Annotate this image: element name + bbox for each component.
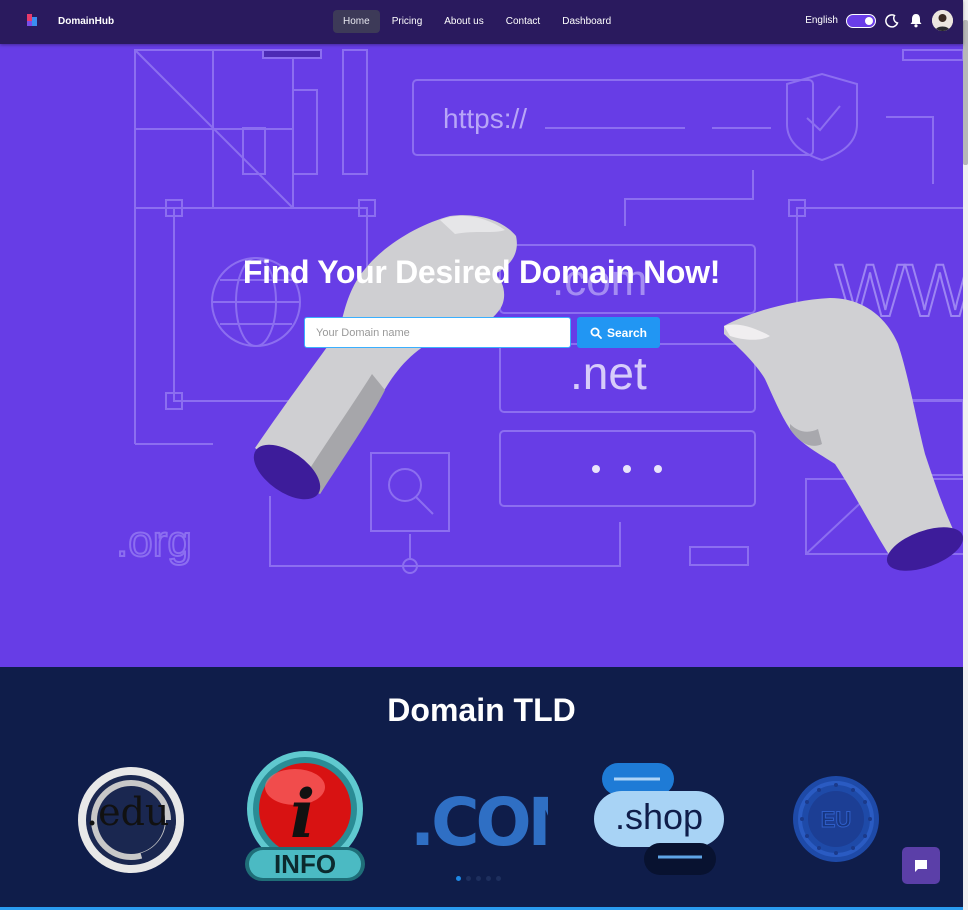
url-text: https:// [443, 103, 527, 134]
tld-info-logo[interactable]: i INFO [243, 751, 367, 883]
domain-tld-section: Domain TLD .edu i INFO .COM [0, 667, 963, 910]
svg-text:.edu: .edu [86, 790, 169, 834]
carousel-dot[interactable] [486, 876, 491, 881]
nav-home[interactable]: Home [333, 10, 380, 33]
svg-text:.COM: .COM [410, 785, 548, 857]
svg-text:EU: EU [821, 807, 852, 832]
right-hand-illustration [724, 298, 963, 571]
dark-mode-moon-icon[interactable] [884, 13, 900, 29]
net-text: .net [570, 347, 647, 399]
carousel-dot[interactable] [466, 876, 471, 881]
domain-search-input[interactable] [304, 317, 571, 348]
tld-com-logo[interactable]: .COM [410, 785, 548, 857]
hero-background-illustration: https:// .com .net WW .org [115, 49, 963, 574]
hero-section: https:// .com .net WW .org Find Your Des… [0, 44, 963, 667]
tld-section-title: Domain TLD [387, 692, 576, 728]
domain-search-form: Search [304, 317, 660, 348]
chat-button[interactable] [902, 847, 940, 884]
scrollbar-thumb[interactable] [963, 20, 968, 165]
svg-text:.shop: .shop [615, 796, 703, 837]
nav-about[interactable]: About us [434, 10, 493, 33]
language-label: English [805, 15, 838, 26]
navbar: DomainHub Home Pricing About us Contact … [0, 0, 963, 44]
search-button[interactable]: Search [577, 317, 660, 348]
page: DomainHub Home Pricing About us Contact … [0, 0, 968, 910]
language-toggle[interactable] [846, 13, 876, 28]
brand[interactable]: DomainHub [24, 12, 114, 30]
search-button-label: Search [606, 325, 648, 340]
carousel-dots [456, 876, 501, 881]
nav-right: English [805, 10, 953, 31]
page-scrollbar[interactable] [963, 0, 968, 910]
nav-contact[interactable]: Contact [496, 10, 550, 33]
carousel-dot[interactable] [456, 876, 461, 881]
carousel-dot[interactable] [496, 876, 501, 881]
search-icon [590, 327, 602, 339]
svg-text:i: i [290, 775, 315, 853]
brand-name: DomainHub [58, 15, 115, 27]
brand-logo-icon [27, 14, 37, 26]
toggle-knob [865, 16, 873, 25]
hero-title: Find Your Desired Domain Now! [242, 254, 721, 290]
bell-icon[interactable] [908, 13, 924, 29]
nav-dashboard[interactable]: Dashboard [552, 10, 621, 33]
chat-bubble-icon [915, 859, 927, 872]
tld-edu-logo[interactable]: .edu [72, 763, 190, 878]
nav-pricing[interactable]: Pricing [382, 10, 433, 33]
svg-text:INFO: INFO [274, 849, 336, 879]
org-text: .org [116, 517, 192, 566]
carousel-dot[interactable] [476, 876, 481, 881]
tld-eu-logo[interactable]: EU [792, 775, 880, 863]
nav-links: Home Pricing About us Contact Dashboard [333, 10, 621, 33]
tld-shop-logo[interactable]: .shop [592, 761, 726, 877]
user-avatar[interactable] [932, 10, 953, 31]
